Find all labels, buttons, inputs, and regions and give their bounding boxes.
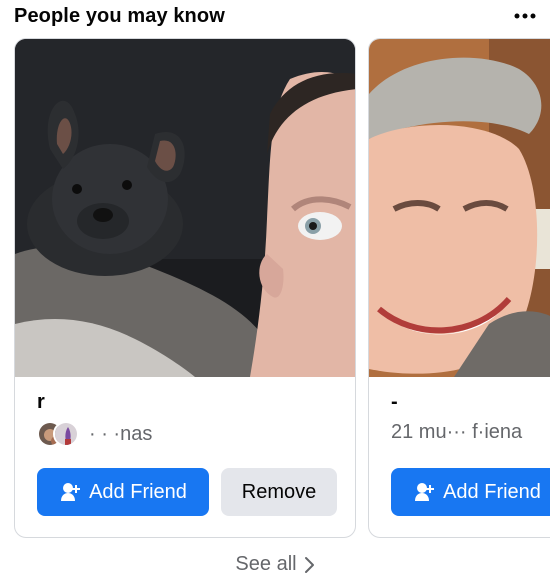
add-friend-button[interactable]: Add Friend (391, 468, 550, 516)
mutual-friends[interactable]: · · ·nas (37, 421, 152, 447)
mutual-friends-text: · · ·nas (89, 422, 153, 445)
see-all-label: See all (235, 553, 297, 575)
see-all-link[interactable]: See all (0, 553, 550, 576)
add-friend-icon (415, 483, 435, 501)
more-dots-icon (514, 13, 536, 19)
add-friend-icon (61, 483, 81, 501)
photo-dog-and-man (15, 39, 355, 377)
person-name[interactable]: r (37, 391, 45, 414)
profile-photo[interactable] (15, 39, 355, 377)
avatar (53, 421, 79, 447)
photo-man-smiling (369, 39, 550, 377)
section-title: People you may know (14, 4, 225, 27)
mutual-avatars (37, 421, 79, 447)
add-friend-label: Add Friend (89, 480, 187, 503)
person-card: - 21 mu··· f·iena Add Friend (368, 38, 550, 538)
chevron-right-icon (304, 556, 314, 573)
remove-label: Remove (241, 480, 317, 503)
remove-button[interactable]: Remove (221, 468, 337, 516)
person-card: r · · ·nas Add Friend Remove (14, 38, 356, 538)
add-friend-label: Add Friend (443, 480, 541, 503)
person-name[interactable]: - (391, 391, 398, 414)
section-header: People you may know (14, 2, 540, 30)
avatar-image (55, 423, 77, 445)
profile-photo[interactable] (369, 39, 550, 377)
mutual-friends-text: 21 mu··· f·iena (391, 421, 523, 443)
mutual-friends[interactable]: 21 mu··· f·iena (391, 421, 522, 444)
add-friend-button[interactable]: Add Friend (37, 468, 209, 516)
more-options-button[interactable] (510, 4, 540, 28)
